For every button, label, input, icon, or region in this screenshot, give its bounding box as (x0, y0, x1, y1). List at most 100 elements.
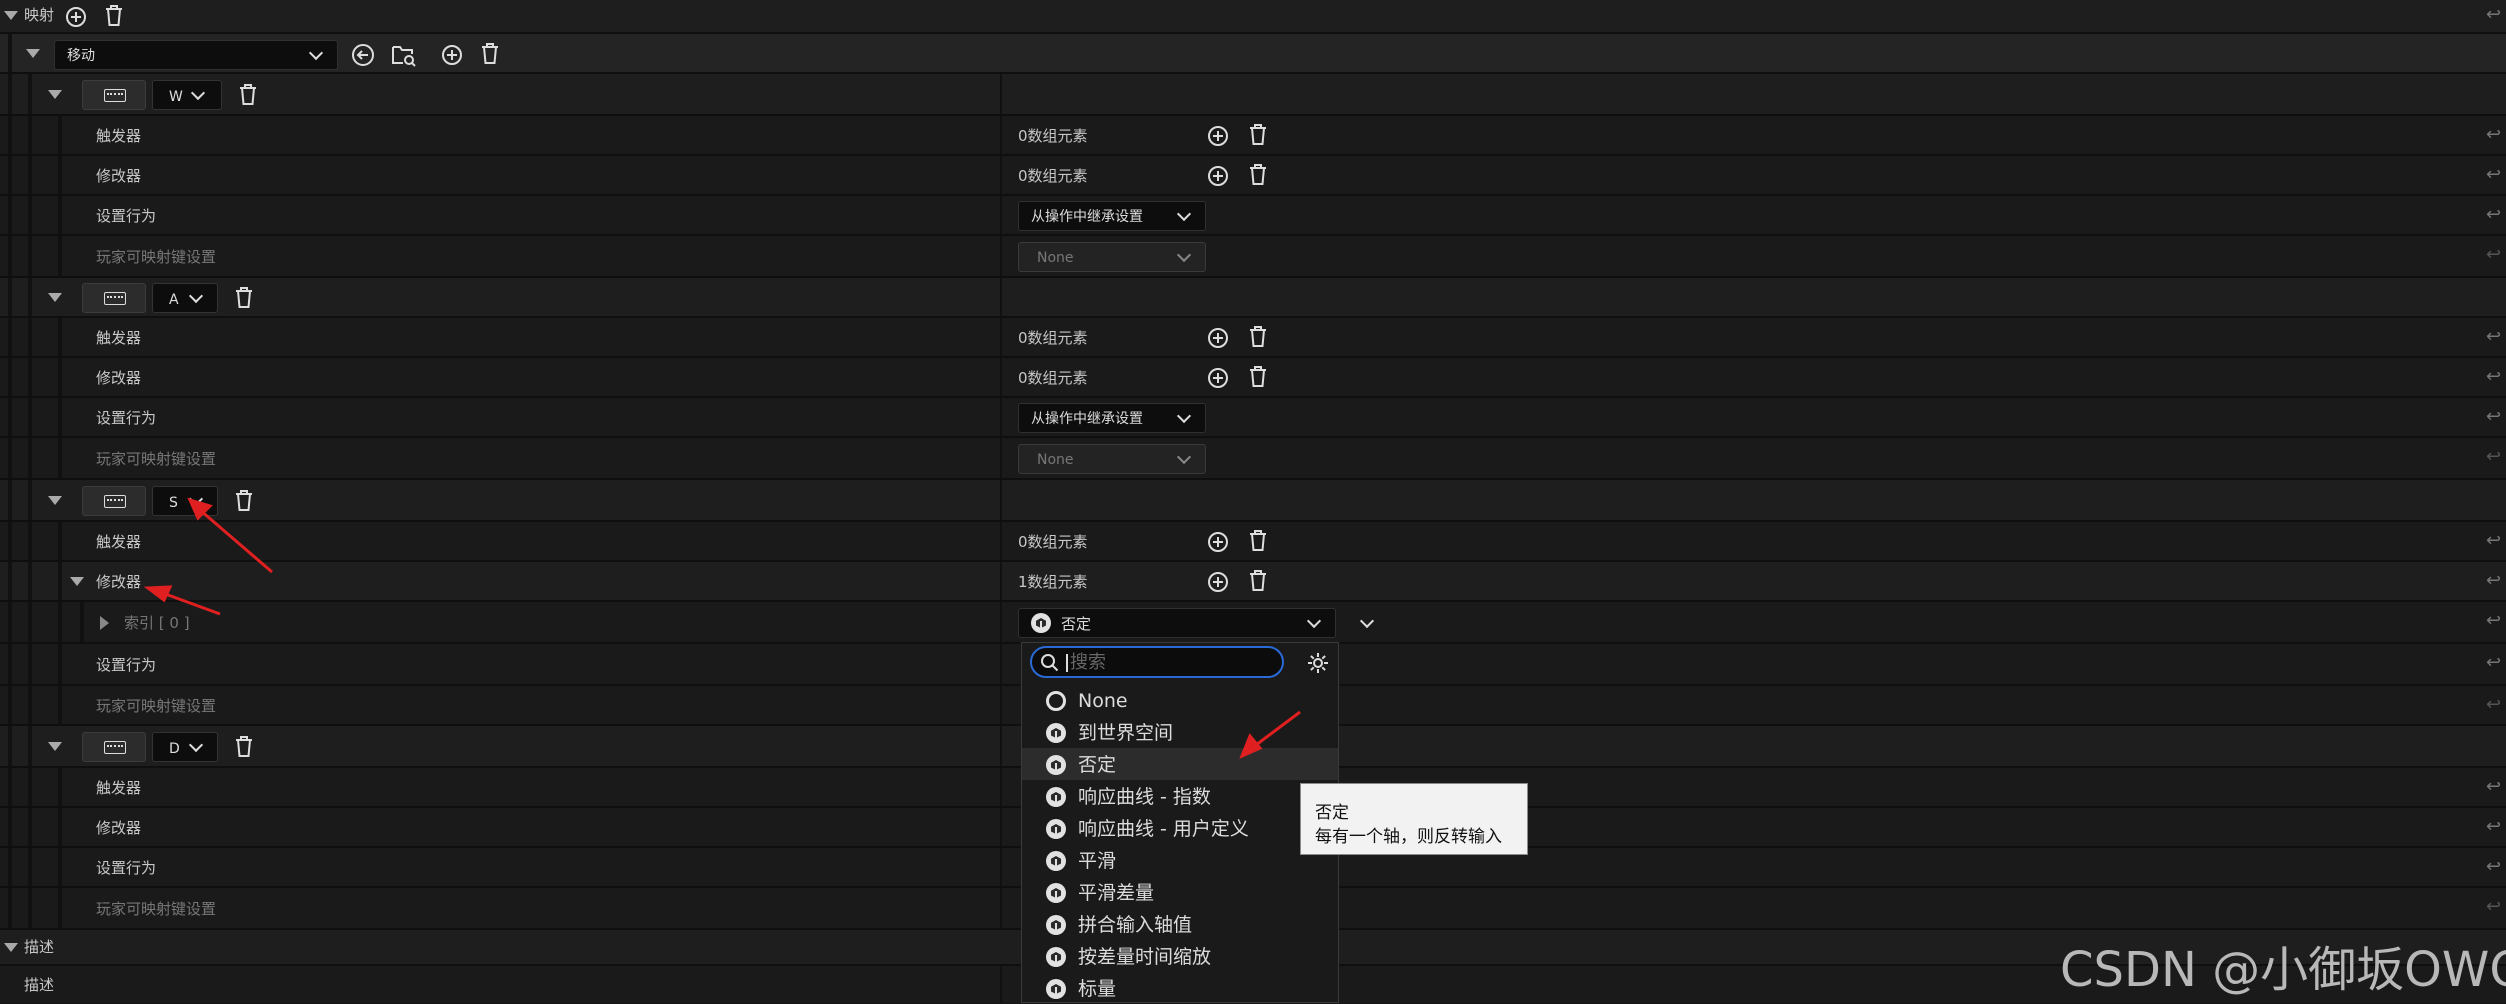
key-select-s[interactable]: S (152, 486, 218, 516)
plus-circle-icon[interactable] (440, 43, 464, 67)
reset-arrow-icon[interactable]: ↩ (2486, 612, 2501, 630)
folder-search-icon[interactable] (390, 41, 418, 69)
mapping-section-header[interactable]: 映射 ↩ (0, 0, 2506, 34)
keyboard-icon[interactable] (82, 486, 146, 516)
dropdown-item[interactable]: 响应曲线 - 指数 (1022, 780, 1338, 812)
trash-icon[interactable] (232, 488, 256, 514)
reset-arrow-icon[interactable]: ↩ (2486, 532, 2501, 550)
dropdown-item[interactable]: 平滑 (1022, 844, 1338, 876)
dropdown-item-label: 到世界空间 (1078, 722, 1174, 744)
plus-circle-icon[interactable] (1206, 530, 1230, 554)
keyboard-icon[interactable] (82, 732, 146, 762)
plus-circle-icon[interactable] (1206, 570, 1230, 594)
keyboard-icon[interactable] (82, 283, 146, 313)
behavior-label: 设置行为 (96, 656, 157, 674)
dropdown-item[interactable]: 按差量时间缩放 (1022, 940, 1338, 972)
behavior-select-value: 从操作中继承设置 (1031, 411, 1143, 427)
action-select-value: 移动 (67, 48, 95, 64)
trash-icon[interactable] (1246, 568, 1270, 594)
trash-icon[interactable] (1246, 324, 1270, 350)
dropdown-item[interactable]: 拼合输入轴值 (1022, 908, 1338, 940)
search-placeholder: 搜索 (1070, 652, 1106, 673)
trash-icon[interactable] (478, 41, 502, 67)
behavior-select[interactable]: 从操作中继承设置 (1018, 403, 1206, 433)
key-select-a[interactable]: A (152, 283, 218, 313)
trash-icon[interactable] (232, 734, 256, 760)
modifier-class-icon (1046, 755, 1066, 775)
modifier-class-icon (1046, 851, 1066, 871)
chevron-down-icon (190, 85, 206, 101)
reset-arrow-icon[interactable]: ↩ (2486, 368, 2501, 386)
dropdown-item-highlighted[interactable]: 否定 (1022, 748, 1338, 780)
dropdown-item[interactable]: 到世界空间 (1022, 716, 1338, 748)
collapse-arrow-icon[interactable] (48, 496, 62, 505)
collapse-arrow-icon[interactable] (48, 293, 62, 302)
back-arrow-icon[interactable] (350, 42, 376, 68)
dropdown-item[interactable]: 响应曲线 - 用户定义 (1022, 812, 1338, 844)
modifier-label: 修改器 (96, 573, 142, 591)
collapse-arrow-icon[interactable] (48, 90, 62, 99)
modifier-row: 修改器 0数组元素 ↩ (0, 156, 2506, 196)
trash-icon[interactable] (1246, 364, 1270, 390)
collapse-arrow-icon[interactable] (4, 943, 18, 952)
plus-circle-icon[interactable] (1206, 164, 1230, 188)
modifier-class-select[interactable]: 否定 (1018, 608, 1336, 638)
search-field[interactable]: 搜索 (1030, 646, 1284, 678)
reset-arrow-icon[interactable]: ↩ (2486, 858, 2501, 876)
trigger-count: 0数组元素 (1018, 533, 1088, 551)
reset-arrow-icon[interactable]: ↩ (2486, 654, 2501, 672)
dropdown-item-label: 响应曲线 - 指数 (1078, 786, 1211, 808)
modifier-count: 0数组元素 (1018, 167, 1088, 185)
modifier-class-icon (1046, 979, 1066, 999)
reset-arrow-icon[interactable]: ↩ (2486, 408, 2501, 426)
plus-circle-icon[interactable] (1206, 124, 1230, 148)
modifier-class-icon (1046, 883, 1066, 903)
trash-icon[interactable] (232, 285, 256, 311)
collapse-arrow-icon[interactable] (48, 742, 62, 751)
gear-icon[interactable] (1306, 651, 1330, 675)
keyboard-icon[interactable] (82, 80, 146, 110)
reset-arrow-icon[interactable]: ↩ (2486, 126, 2501, 144)
reset-arrow-icon[interactable]: ↩ (2486, 6, 2501, 24)
reset-arrow-icon[interactable]: ↩ (2486, 166, 2501, 184)
reset-arrow-icon[interactable]: ↩ (2486, 328, 2501, 346)
chevron-down-icon (1176, 449, 1192, 465)
trash-icon[interactable] (236, 82, 260, 108)
dropdown-item-none[interactable]: None (1022, 684, 1338, 716)
index-label: 索引 [ 0 ] (124, 614, 190, 632)
key-select-d[interactable]: D (152, 732, 218, 762)
action-select[interactable]: 移动 (54, 40, 338, 70)
search-icon (1041, 654, 1059, 672)
trigger-label: 触发器 (96, 329, 142, 347)
chevron-down-icon[interactable] (1359, 613, 1375, 629)
plus-circle-icon[interactable] (1206, 366, 1230, 390)
trash-icon[interactable] (1246, 528, 1270, 554)
reset-arrow-icon[interactable]: ↩ (2486, 818, 2501, 836)
player-mappable-select[interactable]: None (1018, 444, 1206, 474)
trash-icon[interactable] (1246, 162, 1270, 188)
key-select-w[interactable]: W (152, 80, 222, 110)
plus-circle-icon[interactable] (1206, 326, 1230, 350)
trash-icon[interactable] (102, 3, 126, 29)
modifier-label: 修改器 (96, 369, 142, 387)
dropdown-item[interactable]: 标量 (1022, 972, 1338, 1004)
behavior-select[interactable]: 从操作中继承设置 (1018, 201, 1206, 231)
player-mappable-select[interactable]: None (1018, 242, 1206, 272)
collapse-arrow-icon[interactable] (26, 49, 40, 58)
modifier-class-icon (1046, 723, 1066, 743)
dropdown-item[interactable]: 平滑差量 (1022, 876, 1338, 908)
modifier-class-icon (1046, 915, 1066, 935)
behavior-label: 设置行为 (96, 409, 157, 427)
plus-circle-icon[interactable] (64, 5, 88, 29)
reset-arrow-icon[interactable]: ↩ (2486, 206, 2501, 224)
modifier-row-expanded: 修改器 1数组元素 ↩ (0, 562, 2506, 602)
reset-arrow-icon[interactable]: ↩ (2486, 572, 2501, 590)
expand-arrow-icon[interactable] (100, 616, 109, 630)
collapse-arrow-icon[interactable] (4, 11, 18, 20)
trash-icon[interactable] (1246, 122, 1270, 148)
trigger-row: 触发器 0数组元素 ↩ (0, 318, 2506, 358)
chevron-down-icon (188, 737, 204, 753)
collapse-arrow-icon[interactable] (70, 577, 84, 586)
key-select-value: S (169, 495, 178, 511)
reset-arrow-icon[interactable]: ↩ (2486, 778, 2501, 796)
